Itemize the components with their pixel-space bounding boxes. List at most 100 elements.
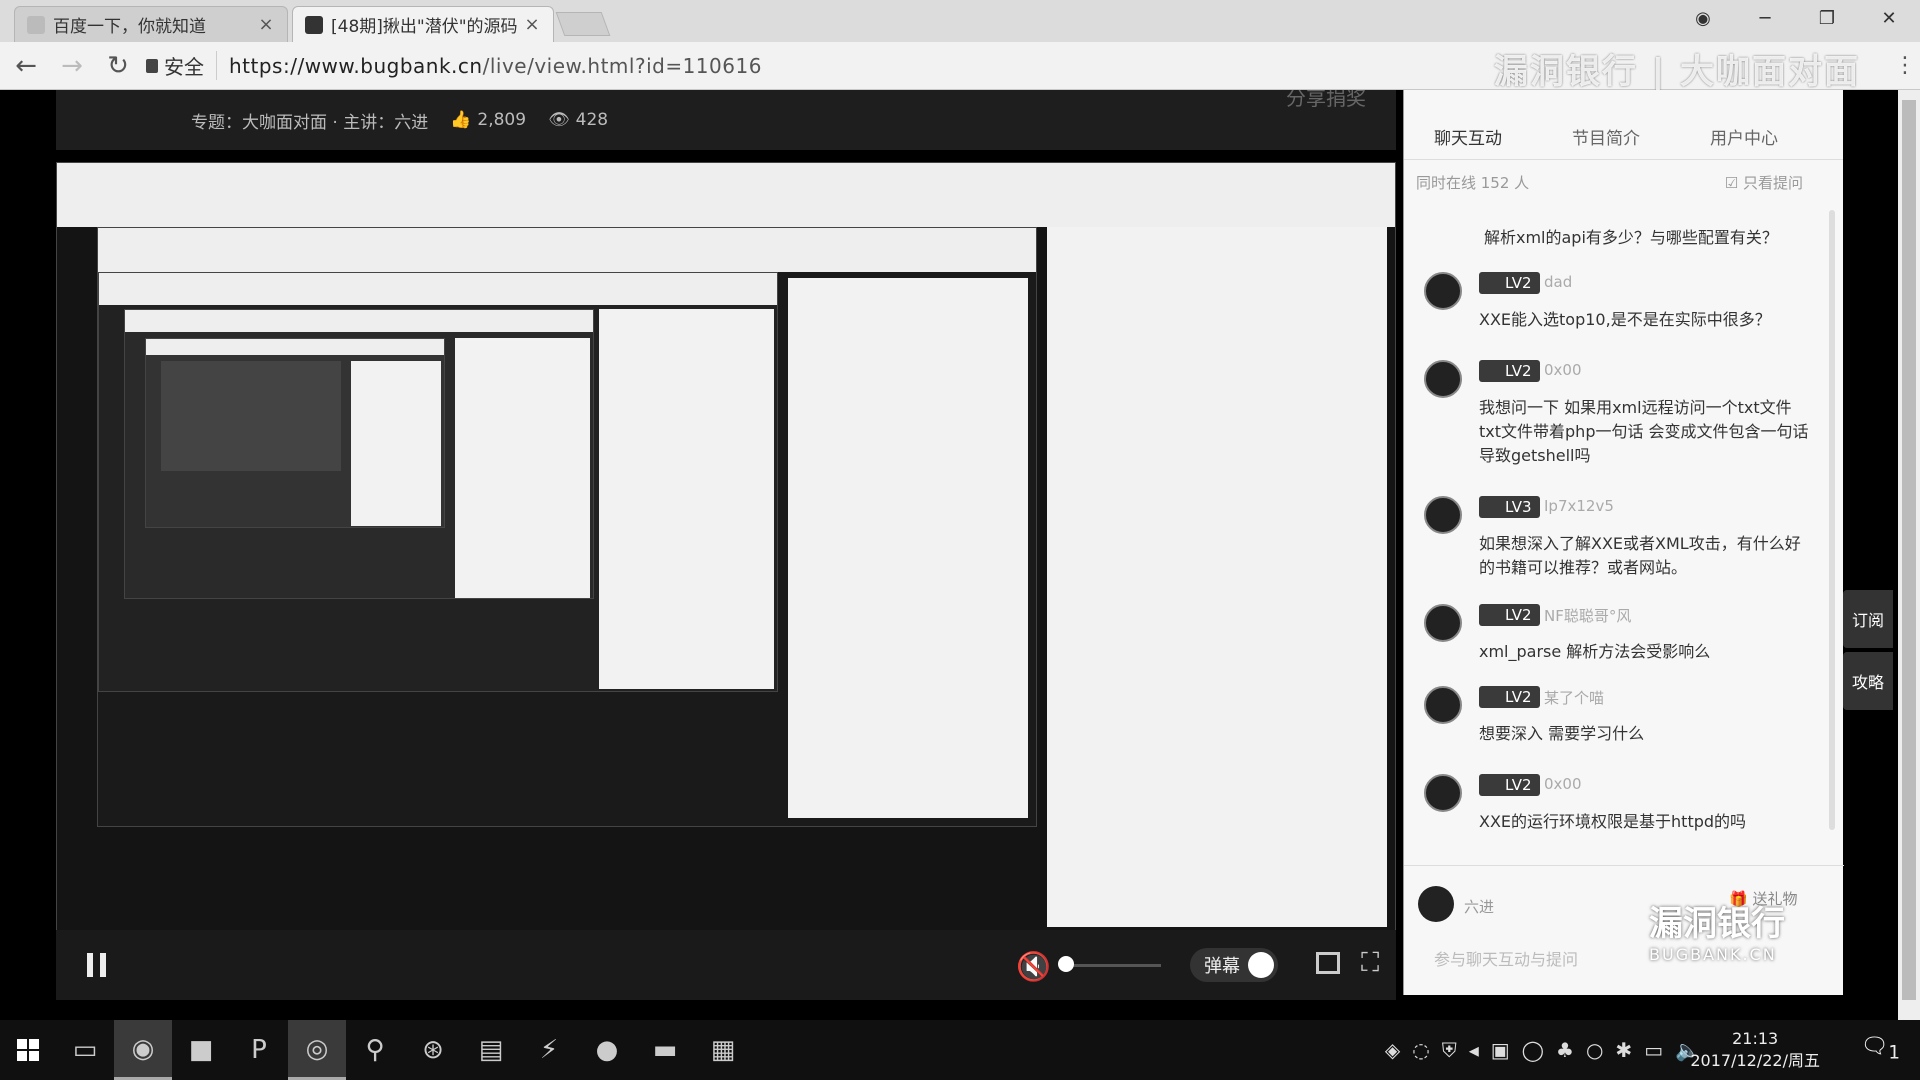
tab-live[interactable]: [48期]揪出"潜伏"的源码 ×	[292, 6, 554, 42]
avatar[interactable]	[1424, 496, 1462, 534]
username[interactable]: 0x00	[1544, 775, 1582, 793]
video-controls: 🔇 弹幕 ⛶	[56, 930, 1396, 1000]
tool-icon[interactable]: ⚡	[520, 1020, 578, 1080]
message-text: 我想问一下 如果用xml远程访问一个txt文件 txt文件带着php一句话 会变…	[1479, 398, 1809, 465]
powerpoint-icon[interactable]: P	[230, 1020, 288, 1080]
shield-icon[interactable]: ⛨	[1442, 1038, 1457, 1062]
start-button[interactable]	[0, 1020, 56, 1080]
video-screen[interactable]	[56, 162, 1396, 932]
username[interactable]: 某了个喵	[1544, 687, 1604, 708]
pause-button[interactable]	[81, 950, 111, 980]
side-tabs: 订阅 攻略	[1843, 590, 1893, 714]
chat-scrollbar[interactable]	[1829, 210, 1835, 830]
only-questions-checkbox[interactable]: ☑ 只看提问	[1725, 172, 1803, 193]
username[interactable]: 0x00	[1544, 361, 1582, 379]
scroll-thumb[interactable]	[1902, 100, 1916, 1000]
close-icon[interactable]: ×	[257, 14, 275, 35]
menu-icon[interactable]: ⋮	[1890, 53, 1920, 78]
chat-messages: 解析xml的api有多少？与哪些配置有关？ LV2 dad XXE能入选top1…	[1404, 204, 1844, 854]
tab-title: [48期]揪出"潜伏"的源码	[331, 17, 518, 37]
notification-count: 1	[1888, 1042, 1900, 1064]
avatar[interactable]	[1424, 686, 1462, 724]
forward-icon[interactable]: →	[52, 46, 92, 86]
avatar[interactable]	[1424, 360, 1462, 398]
tab-chat[interactable]: 聊天互动	[1434, 124, 1502, 149]
close-window-button[interactable]: ✕	[1858, 0, 1920, 36]
nested-video-level5	[161, 361, 341, 471]
mute-icon[interactable]: 🔇	[1016, 950, 1051, 983]
url-path: /live/view.html?id=110616	[482, 53, 762, 78]
account-icon[interactable]: ◉	[1672, 0, 1734, 36]
page-content: 专题：大咖面对面 · 主讲：六进 👍 2,809 👁 428 分享捐奖 🔇 弹幕…	[0, 90, 1920, 1020]
tray-icon[interactable]: ◌	[1412, 1038, 1429, 1062]
obs-icon[interactable]: ⊛	[404, 1020, 462, 1080]
maximize-button[interactable]: ❐	[1796, 0, 1858, 36]
clock[interactable]: 21:13 2017/12/22/周五	[1690, 1028, 1820, 1072]
tray-icon[interactable]: ♣	[1556, 1038, 1574, 1062]
notification-icon[interactable]: 🗨1	[1860, 1034, 1900, 1063]
page-scrollbar[interactable]	[1898, 90, 1920, 1020]
lock-icon	[146, 58, 158, 73]
nested-bar	[98, 228, 1036, 272]
avatar[interactable]	[1424, 604, 1462, 642]
logo-en: BUGBANK.CN	[1649, 945, 1777, 964]
tab-user-center[interactable]: 用户中心	[1710, 124, 1778, 149]
message-text: 如果想深入了解XXE或者XML攻击，有什么好的书籍可以推荐？或者网站。	[1479, 534, 1801, 577]
close-icon[interactable]: ×	[523, 14, 541, 35]
username[interactable]: dad	[1544, 273, 1572, 291]
username[interactable]: Ip7x12v5	[1544, 497, 1614, 515]
secure-indicator[interactable]: 安全	[146, 51, 217, 80]
widescreen-icon[interactable]	[1316, 952, 1340, 974]
chrome-icon[interactable]: ◎	[288, 1020, 346, 1080]
host-avatar[interactable]	[1418, 886, 1454, 922]
danmu-label: 弹幕	[1204, 956, 1240, 977]
subscribe-tab[interactable]: 订阅	[1843, 590, 1893, 648]
volume-knob[interactable]	[1058, 956, 1074, 972]
guide-tab[interactable]: 攻略	[1843, 652, 1893, 710]
tab-baidu[interactable]: 百度一下，你就知道 ×	[14, 6, 288, 42]
tray-icon[interactable]: ◈	[1385, 1038, 1400, 1062]
arrow-icon[interactable]: ◂	[1469, 1038, 1479, 1062]
bugbank-icon	[305, 15, 323, 34]
nested-chat	[455, 338, 590, 598]
app-icon[interactable]: ■	[172, 1020, 230, 1080]
windows-icon	[17, 1039, 39, 1061]
folder-icon[interactable]: ▦	[694, 1020, 752, 1080]
chat-subheader: 同时在线 152 人 ☑ 只看提问	[1404, 160, 1843, 204]
bluetooth-icon[interactable]: ✱	[1615, 1038, 1632, 1062]
share-button[interactable]: 分享捐奖	[1286, 90, 1366, 111]
nested-video-level3	[124, 309, 594, 599]
nested-bar	[99, 273, 777, 305]
chat-panel: 聊天互动 节目简介 用户中心 同时在线 152 人 ☑ 只看提问 解析xml的a…	[1403, 90, 1844, 995]
bugbank-logo: 漏洞银行 BUGBANK.CN	[1649, 896, 1785, 964]
likes-stat[interactable]: 👍 2,809	[450, 110, 526, 130]
tab-program-intro[interactable]: 节目简介	[1572, 124, 1640, 149]
chat-input[interactable]: 参与聊天互动与提问	[1434, 946, 1578, 970]
topic-text: 专题：大咖面对面 · 主讲：六进	[191, 112, 429, 133]
eye-icon: 👁	[548, 110, 570, 130]
app-icon[interactable]: ◉	[114, 1020, 172, 1080]
minimize-button[interactable]: ─	[1734, 0, 1796, 36]
url-text: https://www.bugbank.cn/live/view.html?id…	[229, 54, 762, 78]
tray-icon[interactable]: ○	[1586, 1038, 1603, 1062]
terminal-icon[interactable]: ▬	[636, 1020, 694, 1080]
avatar[interactable]	[1424, 272, 1462, 310]
new-tab-button[interactable]	[555, 12, 611, 36]
tray-icon[interactable]: ◯	[1522, 1038, 1544, 1062]
volume-slider[interactable]	[1061, 964, 1161, 967]
nested-browser-bar	[57, 163, 1395, 227]
avatar[interactable]	[1424, 774, 1462, 812]
tray-icon[interactable]: ▣	[1491, 1038, 1510, 1062]
message-text: XXE能入选top10,是不是在实际中很多？	[1479, 310, 1771, 329]
browser-icon[interactable]: ●	[578, 1020, 636, 1080]
reload-icon[interactable]: ↻	[98, 46, 138, 86]
fullscreen-icon[interactable]: ⛶	[1361, 950, 1387, 976]
username[interactable]: NF聪聪哥°风	[1544, 605, 1631, 626]
back-icon[interactable]: ←	[6, 46, 46, 86]
notepad-icon[interactable]: ▤	[462, 1020, 520, 1080]
search-icon[interactable]: ⚲	[346, 1020, 404, 1080]
task-view-icon[interactable]: ▭	[56, 1020, 114, 1080]
network-icon[interactable]: ▭	[1644, 1038, 1663, 1062]
danmu-toggle[interactable]: 弹幕	[1190, 948, 1278, 982]
toggle-knob	[1248, 952, 1274, 978]
